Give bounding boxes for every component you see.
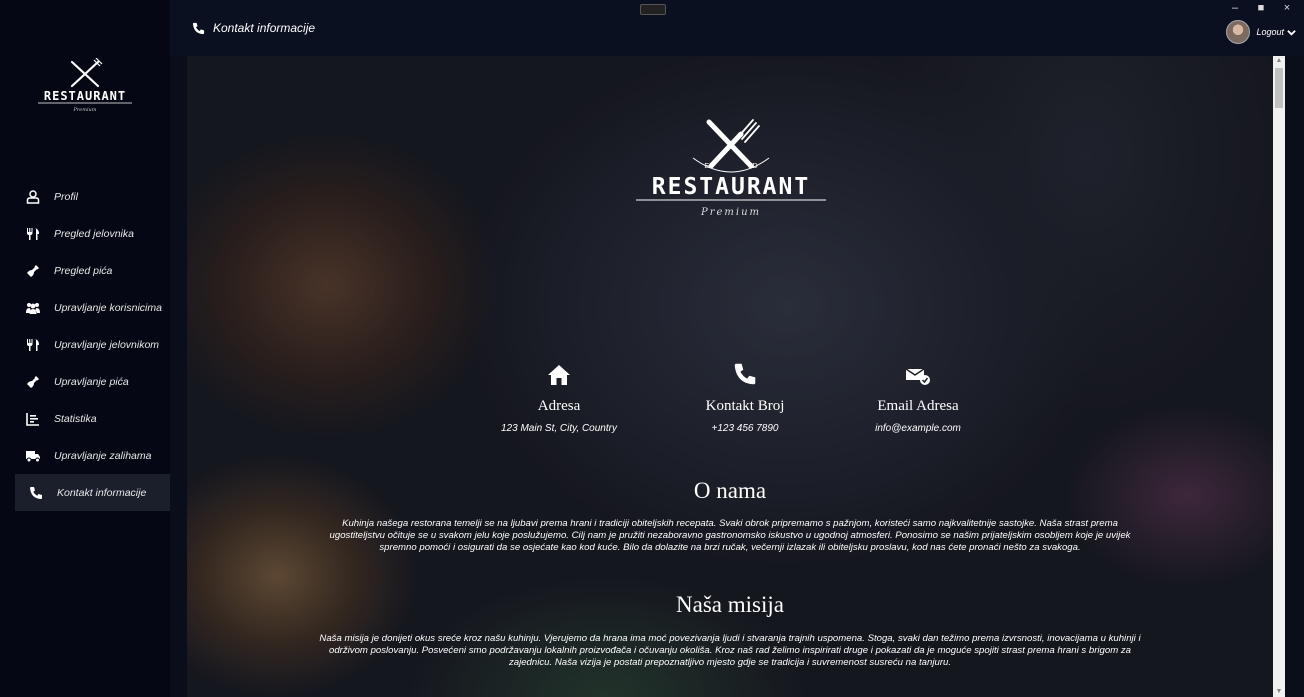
about-line: spremno pomoći i osigurati da se osjećat… [379, 542, 1081, 553]
about-text: Kuhinja našega restorana temelji se na l… [197, 518, 1263, 554]
mission-line: Naša misija je donijeti okus sreće kroz … [319, 633, 1141, 644]
about-title: O nama [693, 478, 767, 503]
contact-phone: Kontakt Broj +123 456 7890 [645, 358, 845, 434]
maximize-button[interactable]: ■ [1254, 2, 1268, 14]
sidebar-item-pregled-pica[interactable]: Pregled pića [0, 252, 170, 289]
email-check-icon [905, 368, 930, 385]
mission-line: održivom poslovanju. Posvećeni smo podrž… [328, 645, 1131, 656]
avatar[interactable] [1226, 20, 1251, 44]
sidebar-item-upravljanje-zalihama[interactable]: Upravljanje zalihama [0, 437, 170, 474]
phone-label: Kontakt Broj [705, 398, 785, 414]
mission-text: Naša misija je donijeti okus sreće kroz … [197, 633, 1263, 669]
users-icon [24, 299, 42, 317]
phone-icon [734, 363, 756, 385]
sidebar-item-label: Pregled jelovnika [54, 227, 134, 240]
phone-icon [27, 484, 45, 502]
sidebar-item-upravljanje-jelovnikom[interactable]: Upravljanje jelovnikom [0, 326, 170, 363]
sidebar-item-label: Upravljanje zalihama [54, 449, 152, 462]
mission-line: zajednicu. Naša vizija je postati prepoz… [508, 657, 952, 668]
email-label: Email Adresa [877, 398, 959, 414]
chart-icon [24, 410, 42, 428]
scroll-up-arrow[interactable]: ▲ [1273, 56, 1285, 66]
sidebar-item-label: Pregled pića [54, 264, 113, 277]
user-icon [24, 188, 42, 206]
home-icon [548, 365, 570, 385]
truck-icon [24, 447, 42, 465]
logo-tagline: Premium [700, 207, 761, 218]
logo-tagline: Premium [72, 107, 96, 113]
sidebar-item-label: Upravljanje pića [54, 375, 129, 388]
sidebar: RESTAURANT Premium Profil Pregled jelovn… [0, 0, 170, 697]
logout-link[interactable]: Logout [1256, 27, 1284, 37]
address-value: 123 Main St, City, Country [501, 423, 617, 434]
email-value: info@example.com [875, 423, 961, 434]
minimize-button[interactable]: – [1228, 2, 1242, 14]
restaurant-logo-large: ES TD RESTAURANT Premium [636, 119, 826, 218]
window-controls: – ■ × [1228, 2, 1294, 14]
logo-name: RESTAURANT [44, 89, 126, 103]
mission-title: Naša misija [676, 592, 784, 617]
utensils-icon [24, 225, 42, 243]
sidebar-item-label: Kontakt informacije [57, 486, 147, 499]
contact-email: Email Adresa info@example.com [818, 358, 1018, 434]
sidebar-item-profil[interactable]: Profil [0, 178, 170, 215]
sidebar-item-upravljanje-pica[interactable]: Upravljanje pića [0, 363, 170, 400]
sidebar-nav: Profil Pregled jelovnika Pregled pića Up… [0, 178, 170, 511]
sidebar-item-upravljanje-korisnicima[interactable]: Upravljanje korisnicima [0, 289, 170, 326]
sidebar-item-label: Profil [54, 190, 78, 203]
sidebar-item-kontakt-informacije[interactable]: Kontakt informacije [15, 474, 170, 511]
vertical-scrollbar[interactable]: ▲ ▼ [1273, 56, 1285, 697]
contact-address: Adresa 123 Main St, City, Country [459, 358, 659, 434]
page-title: Kontakt informacije [192, 21, 315, 35]
restaurant-logo: RESTAURANT Premium [38, 58, 132, 113]
phone-value: +123 456 7890 [711, 423, 779, 434]
about-line: ugostiteljstvu očituje se u svakom jelu … [329, 530, 1131, 541]
user-menu[interactable]: Logout [1226, 20, 1296, 44]
page-title-text: Kontakt informacije [213, 21, 316, 35]
address-label: Adresa [537, 398, 581, 414]
header: Kontakt informacije Logout [170, 0, 1304, 56]
close-button[interactable]: × [1280, 2, 1294, 14]
utensils-icon [24, 336, 42, 354]
contact-page-content: ES TD RESTAURANT Premium Adresa 123 Main… [187, 56, 1273, 697]
sidebar-item-statistika[interactable]: Statistika [0, 400, 170, 437]
about-line: Kuhinja našega restorana temelji se na l… [342, 518, 1118, 529]
wine-bottle-icon [24, 373, 42, 391]
sidebar-item-label: Upravljanje korisnicima [54, 301, 162, 314]
sidebar-item-label: Upravljanje jelovnikom [54, 338, 160, 351]
scroll-down-arrow[interactable]: ▼ [1273, 687, 1285, 697]
sidebar-item-pregled-jelovnika[interactable]: Pregled jelovnika [0, 215, 170, 252]
phone-icon [192, 22, 205, 34]
window-drag-handle[interactable] [640, 4, 666, 15]
chevron-down-icon[interactable] [1287, 28, 1296, 37]
wine-bottle-icon [24, 262, 42, 280]
logo-name: RESTAURANT [652, 174, 810, 200]
scrollbar-thumb[interactable] [1275, 68, 1283, 108]
sidebar-item-label: Statistika [54, 412, 97, 425]
